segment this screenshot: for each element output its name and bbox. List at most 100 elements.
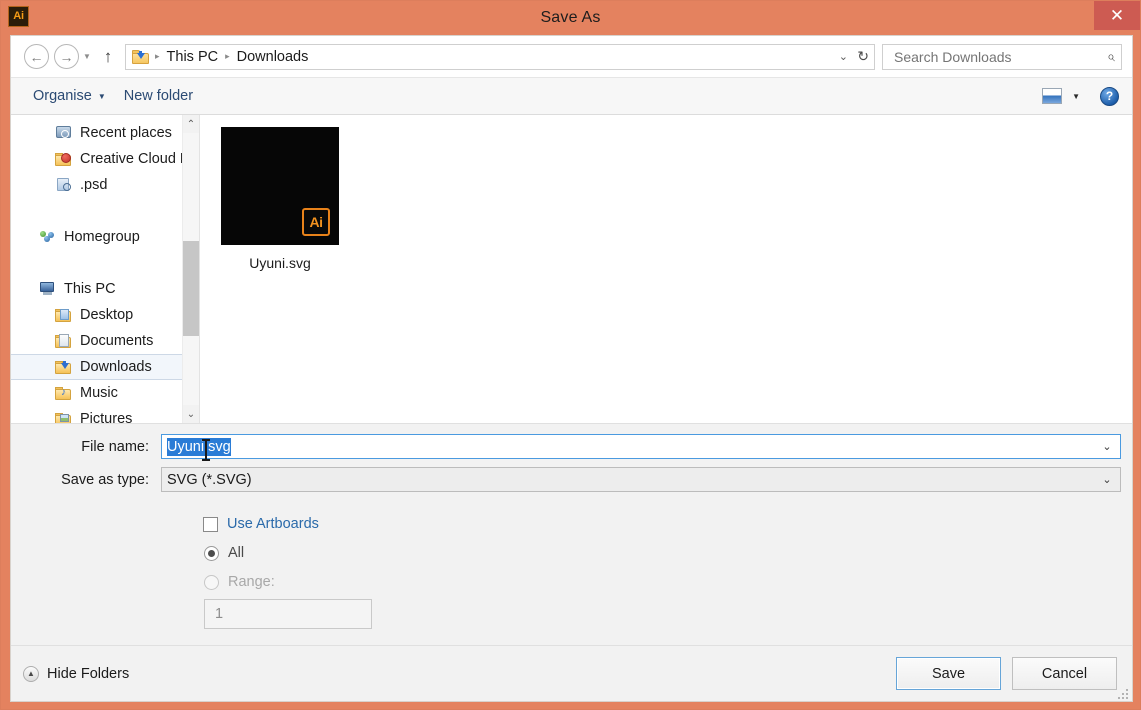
sidebar-item-label: Recent places (80, 125, 172, 141)
search-icon: ⌕ (1107, 48, 1115, 64)
sidebar-item-creative-cloud-files[interactable]: Creative Cloud File (11, 146, 199, 172)
desktop-folder-icon (55, 307, 73, 323)
range-radio-row: Range: (203, 570, 1132, 594)
breadcrumb-item-this-pc[interactable]: This PC (163, 49, 223, 65)
sidebar-item-psd[interactable]: .psd (11, 172, 199, 198)
chevron-down-icon: ▼ (97, 91, 106, 101)
breadcrumb-expand-caret-icon[interactable]: ⌄ (839, 50, 848, 63)
dialog-title: Save As (540, 9, 601, 26)
help-icon[interactable]: ? (1100, 86, 1119, 106)
file-name-value: Uyuni.svg (167, 437, 231, 456)
breadcrumb-item-downloads[interactable]: Downloads (233, 49, 313, 65)
scrollbar-track[interactable] (182, 133, 199, 405)
sidebar-item-recent-places[interactable]: Recent places (11, 120, 199, 146)
sidebar-item-label: Documents (80, 333, 154, 349)
refresh-icon[interactable]: ↻ (857, 48, 869, 65)
text-cursor-icon (202, 438, 210, 461)
save-as-type-label-text: Save as type: (61, 471, 149, 488)
use-artboards-row: Use Artboards (203, 512, 1132, 536)
sidebar-item-label: Downloads (80, 359, 152, 375)
illustrator-badge-icon: Ai (302, 208, 330, 236)
range-input[interactable]: 1 (204, 599, 372, 629)
save-button[interactable]: Save (896, 657, 1001, 690)
save-as-type-row: Save as type: SVG (*.SVG) ⌄ (11, 467, 1132, 492)
music-folder-icon: ♪ (55, 385, 73, 401)
sidebar-item-label: Pictures (80, 411, 133, 423)
close-icon[interactable]: ✕ (1094, 1, 1140, 30)
chevron-down-icon[interactable]: ⌄ (1094, 440, 1120, 453)
sidebar-item-pictures[interactable]: Pictures (11, 406, 199, 423)
sidebar-item-this-pc[interactable]: This PC (11, 276, 199, 302)
save-as-type-value: SVG (*.SVG) (167, 471, 252, 488)
sidebar-item-label: .psd (80, 177, 108, 193)
file-thumbnail[interactable]: Ai (221, 127, 339, 245)
hide-folders-label: Hide Folders (47, 665, 130, 682)
this-pc-icon (39, 281, 57, 297)
file-name-combo[interactable]: Uyuni.svg ⌄ (161, 434, 1121, 461)
navigation-pane: Recent places Creative Cloud File .psd H… (11, 115, 199, 423)
adobe-illustrator-icon: Ai (8, 6, 29, 27)
list-item[interactable]: Ai Uyuni.svg (218, 127, 342, 271)
scrollbar-thumb[interactable] (182, 241, 199, 336)
recent-places-icon (55, 125, 73, 141)
homegroup-icon (39, 229, 57, 245)
downloads-folder-icon (132, 49, 149, 64)
new-folder-label: New folder (123, 88, 194, 104)
forward-button[interactable]: → (54, 44, 79, 69)
scroll-up-icon[interactable]: ⌃ (182, 115, 199, 133)
save-form: File name: Uyuni.svg ⌄ Save as type: SVG… (11, 423, 1132, 645)
file-name-label-text: File name: (81, 438, 149, 455)
file-name-input[interactable]: Uyuni.svg (162, 437, 1094, 461)
hide-folders-button[interactable]: ▲ Hide Folders (23, 665, 130, 682)
sidebar-item-desktop[interactable]: Desktop (11, 302, 199, 328)
range-radio[interactable] (204, 574, 219, 590)
breadcrumb-separator-icon: ▸ (225, 51, 230, 61)
new-folder-button[interactable]: New folder (115, 84, 202, 108)
all-radio-row: All (203, 541, 1132, 565)
documents-folder-icon (55, 333, 73, 349)
change-view-icon[interactable] (1042, 88, 1063, 104)
breadcrumb[interactable]: ▸ This PC ▸ Downloads ⌄ ↻ (125, 43, 875, 70)
save-as-dialog-window: Ai Save As ✕ ← → ▼ ↑ ▸ This PC ▸ Downloa… (0, 0, 1141, 710)
organise-button[interactable]: Organise ▼ (24, 84, 115, 108)
chevron-down-icon[interactable]: ⌄ (1094, 473, 1120, 486)
search-box[interactable]: ⌕ (882, 43, 1122, 70)
use-artboards-checkbox[interactable] (203, 516, 218, 532)
chevron-up-icon: ▲ (23, 665, 39, 682)
sidebar-scrollbar[interactable]: ⌃ ⌄ (182, 115, 199, 423)
search-input[interactable] (892, 47, 1108, 66)
creative-cloud-files-icon (55, 151, 73, 167)
range-label: Range: (228, 574, 275, 590)
organise-label: Organise (33, 88, 92, 104)
sidebar-item-label: Desktop (80, 307, 134, 323)
save-as-type-combo[interactable]: SVG (*.SVG) ⌄ (161, 467, 1121, 492)
recent-locations-caret-icon[interactable]: ▼ (79, 52, 95, 61)
navigation-bar: ← → ▼ ↑ ▸ This PC ▸ Downloads ⌄ ↻ ⌕ (11, 36, 1132, 77)
breadcrumb-separator-icon: ▸ (155, 51, 160, 61)
resize-grip[interactable] (1118, 687, 1130, 699)
file-name-row: File name: Uyuni.svg ⌄ (11, 434, 1132, 461)
file-list-pane[interactable]: Ai Uyuni.svg (204, 115, 1132, 423)
sidebar-item-label: Homegroup (64, 229, 140, 245)
all-radio[interactable] (204, 545, 219, 561)
sidebar-item-music[interactable]: ♪ Music (11, 380, 199, 406)
sidebar-item-documents[interactable]: Documents (11, 328, 199, 354)
options-group: Use Artboards All Range: 1 (11, 500, 1132, 629)
use-artboards-label[interactable]: Use Artboards (227, 516, 319, 532)
sidebar-item-homegroup[interactable]: Homegroup (11, 224, 199, 250)
sidebar-item-downloads[interactable]: Downloads (11, 354, 199, 380)
up-one-level-button[interactable]: ↑ (97, 47, 119, 67)
sidebar-item-label: This PC (64, 281, 116, 297)
back-button[interactable]: ← (24, 44, 49, 69)
psd-search-icon (55, 177, 73, 193)
cancel-button[interactable]: Cancel (1012, 657, 1117, 690)
scroll-down-icon[interactable]: ⌄ (182, 405, 199, 423)
chevron-down-icon[interactable]: ▼ (1072, 92, 1080, 101)
dialog-footer: ▲ Hide Folders Save Cancel (11, 645, 1132, 701)
main-content: Recent places Creative Cloud File .psd H… (11, 115, 1132, 423)
command-bar: Organise ▼ New folder ▼ ? (11, 77, 1132, 115)
sidebar-item-label: Music (80, 385, 118, 401)
pictures-folder-icon (55, 411, 73, 423)
